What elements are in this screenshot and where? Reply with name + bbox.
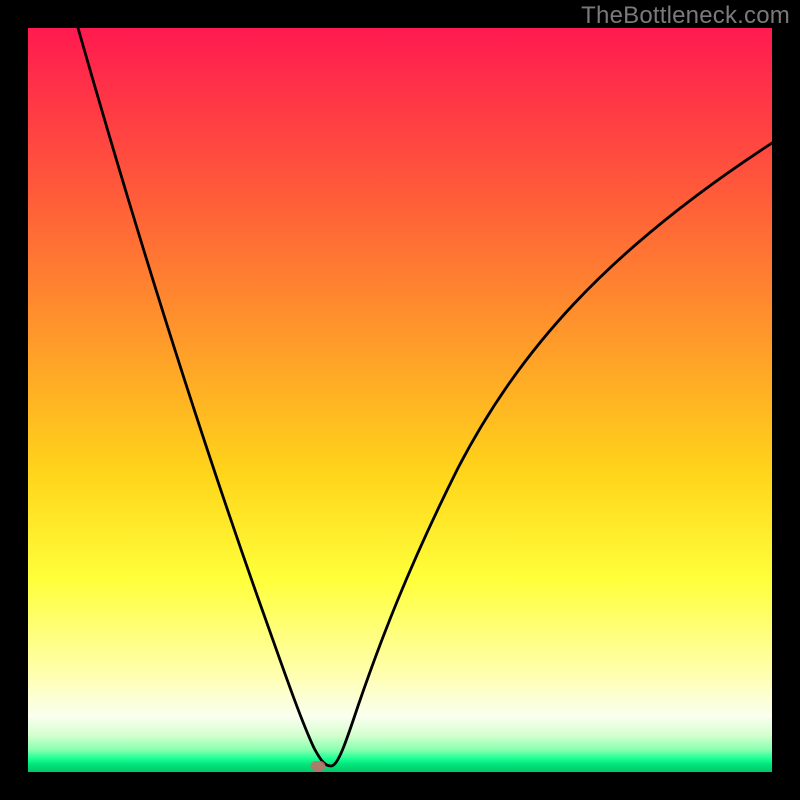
watermark-text: TheBottleneck.com — [581, 2, 790, 30]
chart-curve-svg — [28, 28, 772, 772]
chart-plot-area — [28, 28, 772, 772]
bottleneck-curve-path — [78, 28, 772, 766]
optimal-point-marker — [311, 761, 326, 771]
